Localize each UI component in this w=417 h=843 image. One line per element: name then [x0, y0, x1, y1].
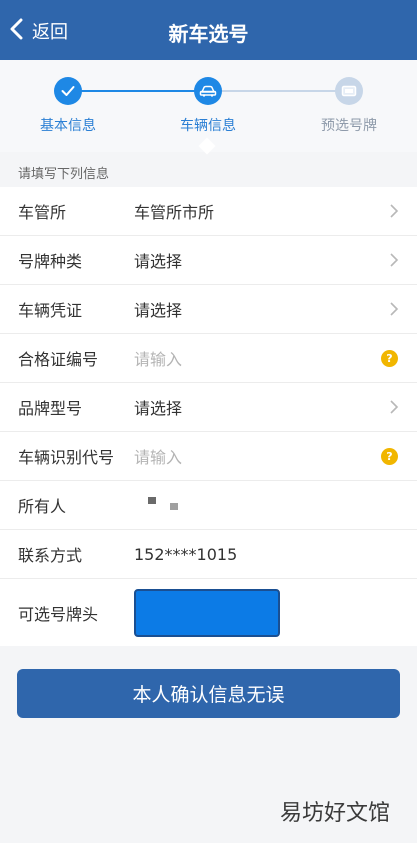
field-plate-type[interactable]: 号牌种类 请选择	[0, 236, 417, 285]
confirm-button[interactable]: 本人确认信息无误	[17, 669, 400, 718]
help-icon[interactable]: ?	[381, 349, 398, 367]
field-label: 所有人	[18, 497, 67, 516]
chevron-right-icon	[390, 400, 399, 414]
current-step-pointer	[198, 137, 216, 155]
section-title: 请填写下列信息	[18, 167, 110, 182]
field-value: 车管所市所	[134, 203, 215, 222]
step-vehicle-info: 车辆信息	[163, 77, 253, 135]
field-label: 品牌型号	[18, 399, 83, 418]
page-title: 新车选号	[168, 22, 249, 46]
redacted-owner-mark	[148, 497, 156, 504]
chevron-right-icon	[390, 253, 399, 267]
field-contact: 联系方式 152****1015	[0, 530, 417, 579]
certificate-number-input[interactable]: 请输入	[134, 346, 182, 370]
field-label: 车辆凭证	[18, 301, 83, 320]
help-icon[interactable]: ?	[381, 447, 398, 465]
step-label-plate: 预选号牌	[321, 118, 377, 134]
progress-stepper: 基本信息 车辆信息 预选号牌	[0, 60, 417, 155]
field-owner: 所有人	[0, 481, 417, 530]
field-label: 可选号牌头	[18, 604, 99, 624]
step-basic-info: 基本信息	[23, 77, 113, 135]
field-vehicle-office[interactable]: 车管所 车管所市所	[0, 187, 417, 236]
field-value: 152****1015	[134, 544, 238, 564]
vin-input[interactable]: 请输入	[134, 444, 182, 468]
field-label: 号牌种类	[18, 252, 83, 271]
watermark: 易坊好文馆	[279, 801, 390, 826]
field-vin[interactable]: 车辆识别代号 请输入 ?	[0, 432, 417, 481]
header-bar: 返回 新车选号	[0, 0, 417, 60]
field-value: 请选择	[134, 252, 183, 271]
plate-prefix-select[interactable]	[134, 589, 280, 637]
step-plate-preselect: 预选号牌	[304, 77, 394, 135]
field-certificate-number[interactable]: 合格证编号 请输入 ?	[0, 334, 417, 383]
redacted-owner-mark	[170, 503, 178, 510]
field-plate-prefix: 可选号牌头	[0, 579, 417, 646]
plate-icon	[335, 77, 363, 105]
field-label: 车管所	[18, 203, 67, 222]
vehicle-info-form: 车管所 车管所市所 号牌种类 请选择 车辆凭证 请选择 合格证编号 请输入 ? …	[0, 187, 417, 646]
chevron-right-icon	[390, 204, 399, 218]
field-brand-model[interactable]: 品牌型号 请选择	[0, 383, 417, 432]
step-label-vehicle: 车辆信息	[180, 118, 236, 134]
car-icon	[194, 77, 222, 105]
check-icon	[54, 77, 82, 105]
field-label: 合格证编号	[18, 350, 99, 369]
field-label: 联系方式	[18, 546, 83, 565]
chevron-right-icon	[390, 302, 399, 316]
field-value: 请选择	[134, 399, 183, 418]
field-vehicle-certificate[interactable]: 车辆凭证 请选择	[0, 285, 417, 334]
field-label: 车辆识别代号	[18, 448, 115, 467]
field-value: 请选择	[134, 301, 183, 320]
step-label-basic: 基本信息	[40, 118, 96, 134]
